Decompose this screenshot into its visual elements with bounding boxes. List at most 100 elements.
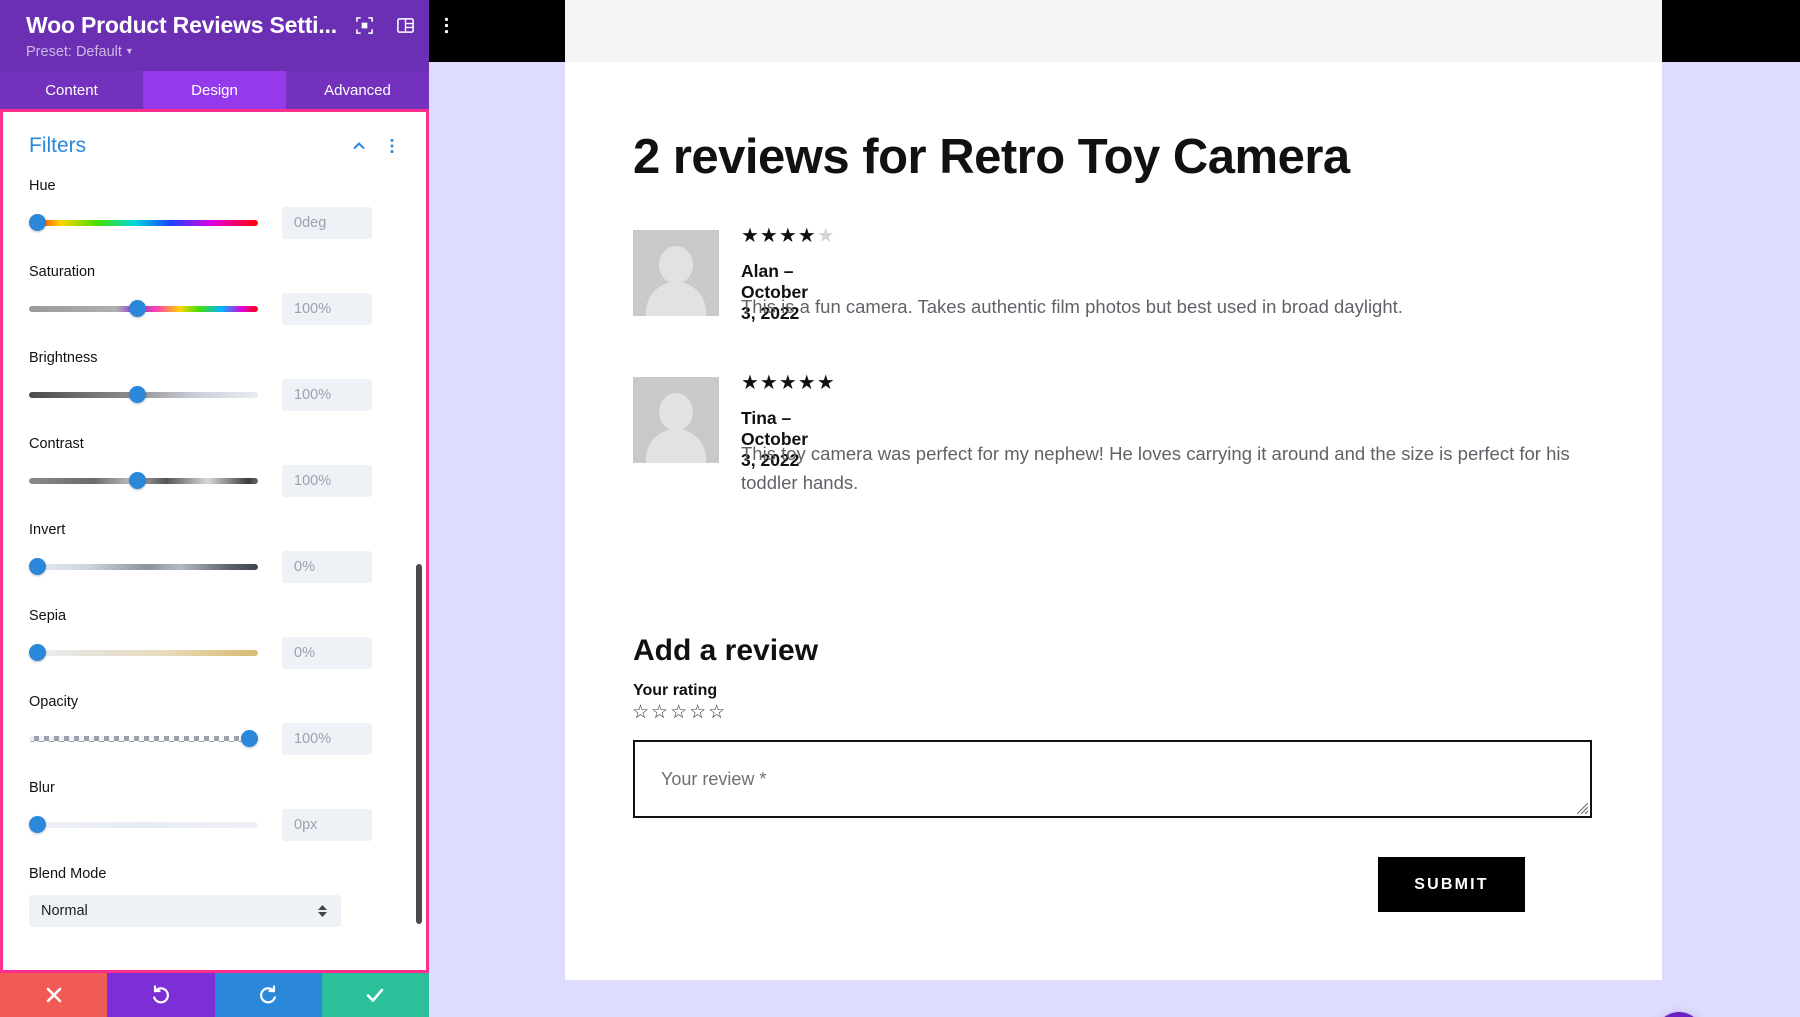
field-label: Blend Mode xyxy=(29,866,107,882)
field-label: Sepia xyxy=(29,608,67,624)
slider-track xyxy=(29,822,258,828)
star-rating: ★★★★★ xyxy=(741,373,836,393)
review-textarea[interactable]: Your review * xyxy=(633,740,1592,818)
avatar xyxy=(633,377,719,463)
stars-filled: ★★★★ xyxy=(741,225,817,247)
more-vertical-icon[interactable] xyxy=(384,138,400,154)
filter-field-invert: Invert 0% xyxy=(29,522,400,583)
close-icon xyxy=(46,987,61,1003)
browser-chrome-right xyxy=(1662,0,1800,62)
slider-thumb[interactable] xyxy=(241,730,258,747)
hue-slider[interactable] xyxy=(29,213,258,233)
slider-thumb[interactable] xyxy=(29,816,46,833)
filter-field-brightness: Brightness 100% xyxy=(29,350,400,411)
field-label: Blur xyxy=(29,780,55,796)
avatar-body xyxy=(646,282,706,316)
add-review-heading: Add a review xyxy=(633,634,819,667)
filters-section-header: Filters xyxy=(29,134,400,158)
undo-icon xyxy=(152,985,169,1004)
cancel-button[interactable] xyxy=(0,973,108,1017)
field-label: Contrast xyxy=(29,436,84,452)
stars-empty: ★ xyxy=(816,225,836,247)
slider-thumb[interactable] xyxy=(129,300,146,317)
undo-button[interactable] xyxy=(107,973,215,1017)
chevron-up-icon[interactable] xyxy=(351,138,367,154)
avatar-head xyxy=(659,393,693,431)
field-label: Opacity xyxy=(29,694,79,710)
star-rating: ★★★★★ xyxy=(741,226,836,246)
browser-toolbar-strip xyxy=(565,0,1662,62)
panel-body: Filters Hue 0deg Saturation 100% Brightn… xyxy=(0,109,429,973)
saturation-value-input[interactable]: 100% xyxy=(282,293,372,325)
saturation-slider[interactable] xyxy=(29,299,258,319)
review-placeholder: Your review * xyxy=(661,769,767,789)
sepia-slider[interactable] xyxy=(29,643,258,663)
tab-design[interactable]: Design xyxy=(143,71,286,109)
filter-field-blend-mode: Blend Mode Normal xyxy=(29,866,400,927)
slider-thumb[interactable] xyxy=(129,386,146,403)
slider-thumb[interactable] xyxy=(29,558,46,575)
contrast-slider[interactable] xyxy=(29,471,258,491)
field-label: Invert xyxy=(29,522,66,538)
resize-grip-icon[interactable] xyxy=(1577,803,1588,814)
slider-thumb[interactable] xyxy=(29,644,46,661)
preset-label: Preset: Default xyxy=(26,44,122,60)
slider-track xyxy=(29,220,258,226)
panel-scroll-area: Filters Hue 0deg Saturation 100% Brightn… xyxy=(3,112,426,970)
chevron-down-icon: ▼ xyxy=(124,46,134,56)
slider-thumb[interactable] xyxy=(29,214,46,231)
panel-header: Woo Product Reviews Setti... Preset: Def… xyxy=(0,0,449,71)
panel-scrollbar[interactable] xyxy=(416,564,422,924)
opacity-value-input[interactable]: 100% xyxy=(282,723,372,755)
filter-field-contrast: Contrast 100% xyxy=(29,436,400,497)
layout-icon[interactable] xyxy=(396,16,415,35)
submit-button[interactable]: SUBMIT xyxy=(1378,857,1525,912)
save-button[interactable] xyxy=(321,973,429,1017)
page-canvas: 2 reviews for Retro Toy Camera ★★★★★ Ala… xyxy=(565,62,1703,1017)
opacity-slider[interactable] xyxy=(29,729,258,749)
blur-slider[interactable] xyxy=(29,815,258,835)
stars-filled: ★★★★★ xyxy=(741,372,836,394)
rating-star-input[interactable]: ☆☆☆☆☆ xyxy=(632,703,727,722)
filter-field-sepia: Sepia 0% xyxy=(29,608,400,669)
slider-thumb[interactable] xyxy=(129,472,146,489)
redo-icon xyxy=(260,985,277,1004)
panel-action-bar xyxy=(0,973,429,1017)
sepia-value-input[interactable]: 0% xyxy=(282,637,372,669)
invert-slider[interactable] xyxy=(29,557,258,577)
review-body: This toy camera was perfect for my nephe… xyxy=(741,443,1570,493)
module-settings-panel: Woo Product Reviews Setti... Preset: Def… xyxy=(0,0,449,1017)
stepper-arrows-icon[interactable] xyxy=(318,905,327,917)
more-vertical-icon[interactable] xyxy=(437,16,456,35)
slider-track xyxy=(29,564,258,570)
panel-tabs: Content Design Advanced xyxy=(0,71,429,109)
brightness-value-input[interactable]: 100% xyxy=(282,379,372,411)
filter-field-blur: Blur 0px xyxy=(29,780,400,841)
panel-title: Woo Product Reviews Setti... xyxy=(26,12,337,38)
preset-selector[interactable]: Preset: Default ▼ xyxy=(26,44,134,60)
field-label: Hue xyxy=(29,178,56,194)
slider-track xyxy=(29,736,258,742)
tab-advanced[interactable]: Advanced xyxy=(286,71,429,109)
focus-icon[interactable] xyxy=(355,16,374,35)
page-title: 2 reviews for Retro Toy Camera xyxy=(633,130,1350,184)
brightness-slider[interactable] xyxy=(29,385,258,405)
tab-content[interactable]: Content xyxy=(0,71,143,109)
filter-field-opacity: Opacity 100% xyxy=(29,694,400,755)
field-label: Brightness xyxy=(29,350,98,366)
field-label: Saturation xyxy=(29,264,96,280)
slider-track xyxy=(29,650,258,656)
blend-mode-select[interactable]: Normal xyxy=(29,895,341,927)
filter-field-saturation: Saturation 100% xyxy=(29,264,400,325)
invert-value-input[interactable]: 0% xyxy=(282,551,372,583)
avatar-body xyxy=(646,429,706,463)
hue-value-input[interactable]: 0deg xyxy=(282,207,372,239)
your-rating-label: Your rating xyxy=(633,682,718,699)
blur-value-input[interactable]: 0px xyxy=(282,809,372,841)
check-icon xyxy=(367,988,384,1002)
floating-action-button[interactable] xyxy=(1655,1012,1703,1017)
redo-button[interactable] xyxy=(214,973,322,1017)
contrast-value-input[interactable]: 100% xyxy=(282,465,372,497)
filter-field-hue: Hue 0deg xyxy=(29,178,400,239)
review-body: This is a fun camera. Takes authentic fi… xyxy=(741,296,1403,317)
